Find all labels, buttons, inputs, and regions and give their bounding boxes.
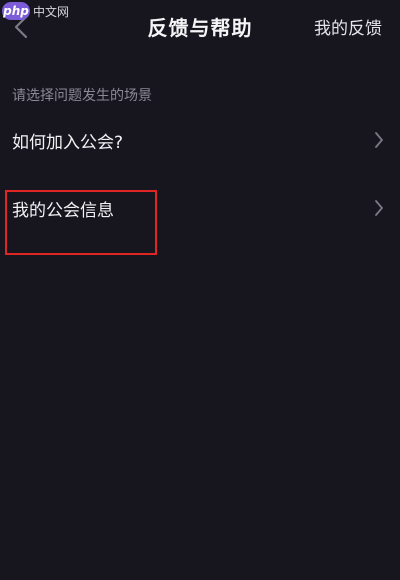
feedback-help-screen: php 中文网 反馈与帮助 我的反馈 请选择问题发生的场景 如何加入公会? 我的…: [0, 0, 400, 580]
highlight-box: [5, 190, 157, 255]
scene-prompt-label: 请选择问题发生的场景: [12, 88, 152, 104]
watermark-text: 中文网: [33, 4, 70, 19]
chevron-right-icon: [375, 200, 383, 216]
site-watermark: php 中文网: [0, 0, 69, 22]
list-item-join-guild[interactable]: 如何加入公会?: [0, 118, 400, 162]
watermark-logo: php: [2, 2, 30, 20]
chevron-right-icon: [375, 132, 383, 148]
list-item-label: 如何加入公会?: [12, 132, 124, 153]
my-feedback-button[interactable]: 我的反馈: [314, 14, 382, 39]
page-title: 反馈与帮助: [147, 16, 253, 40]
